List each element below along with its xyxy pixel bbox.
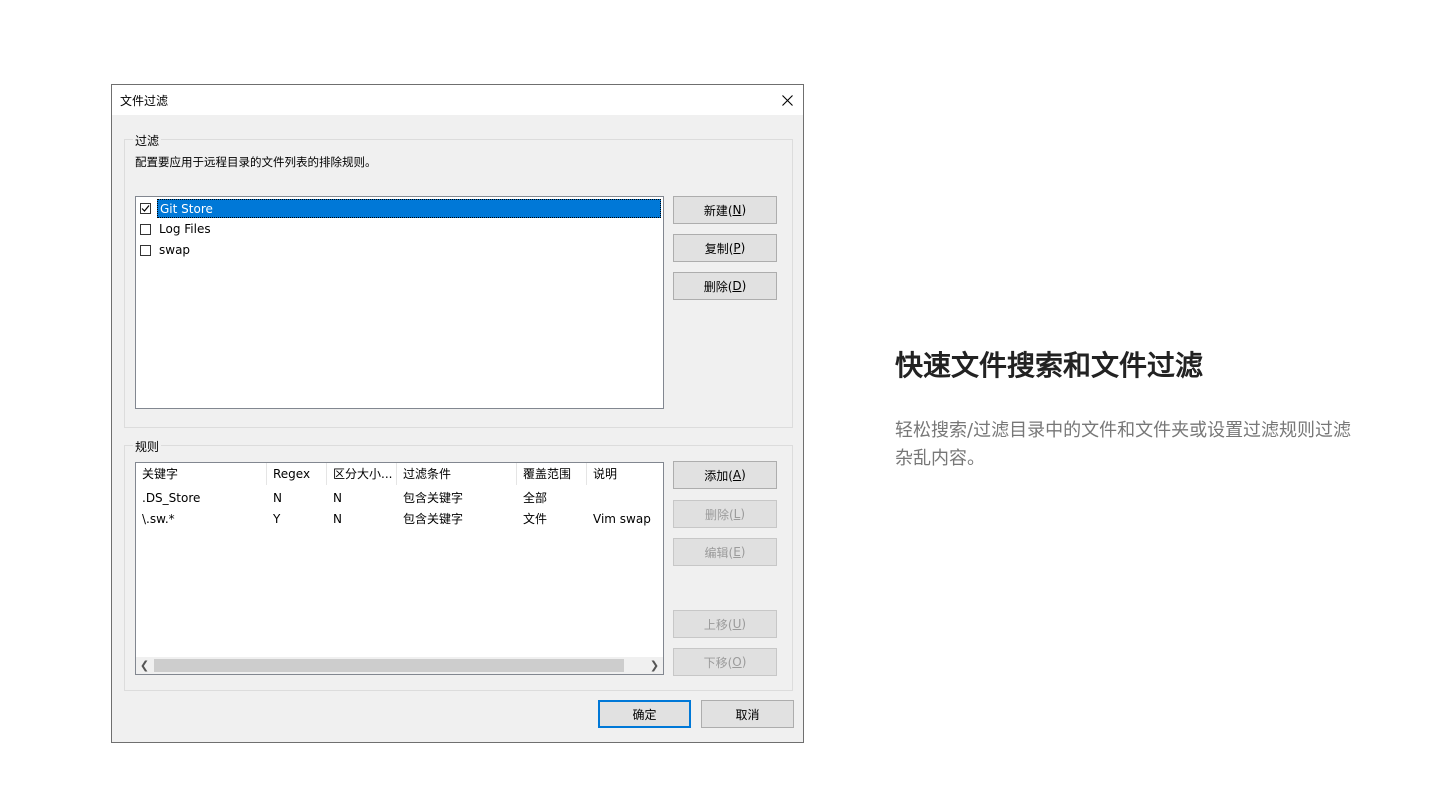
rules-group: 规则 关键字 Regex 区分大小... 过滤条件 覆盖范围 说明 .DS_St… bbox=[124, 438, 793, 691]
filter-item-checkbox[interactable] bbox=[140, 203, 151, 214]
filter-item-label: Git Store bbox=[157, 199, 661, 218]
cell-scope: 全部 bbox=[523, 491, 548, 505]
scroll-right-icon[interactable]: ❯ bbox=[646, 657, 663, 674]
check-icon bbox=[141, 205, 150, 212]
cell-case: N bbox=[333, 512, 342, 526]
move-down-button[interactable]: 下移(O) bbox=[673, 648, 777, 676]
scrollbar-thumb[interactable] bbox=[154, 659, 624, 672]
delete-filter-end: ) bbox=[741, 279, 747, 293]
delete-rule-key: L bbox=[733, 507, 741, 521]
column-header-note[interactable]: 说明 bbox=[587, 463, 663, 485]
edit-rule-key: E bbox=[733, 545, 741, 559]
column-header-scope[interactable]: 覆盖范围 bbox=[517, 463, 587, 485]
column-header-case[interactable]: 区分大小... bbox=[327, 463, 397, 485]
dialog-title: 文件过滤 bbox=[120, 94, 169, 108]
scroll-left-icon[interactable]: ❮ bbox=[136, 657, 153, 674]
move-down-label: 下移( bbox=[703, 655, 733, 670]
file-filter-dialog: 文件过滤 过滤 配置要应用于远程目录的文件列表的排除规则。 Git Store … bbox=[111, 84, 804, 743]
delete-rule-label: 删除( bbox=[704, 507, 734, 522]
move-down-end: ) bbox=[741, 655, 747, 669]
delete-rule-button[interactable]: 删除(L) bbox=[673, 500, 777, 528]
new-filter-end: ) bbox=[741, 203, 747, 217]
cell-scope: 文件 bbox=[523, 512, 548, 526]
add-rule-end: ) bbox=[741, 468, 746, 482]
add-rule-key: A bbox=[732, 468, 742, 482]
move-down-key: O bbox=[732, 655, 742, 669]
table-row[interactable]: \.sw.* Y N 包含关键字 文件 Vim swap bbox=[136, 509, 663, 529]
filter-item-swap[interactable]: swap bbox=[140, 241, 192, 260]
delete-rule-end: ) bbox=[740, 507, 746, 521]
cell-note: Vim swap bbox=[593, 512, 651, 526]
cell-note bbox=[587, 488, 593, 508]
filter-description: 配置要应用于远程目录的文件列表的排除规则。 bbox=[135, 155, 377, 169]
horizontal-scrollbar[interactable]: ❮ ❯ bbox=[136, 657, 663, 674]
cell-keyword: .DS_Store bbox=[142, 491, 201, 505]
edit-rule-button[interactable]: 编辑(E) bbox=[673, 538, 777, 566]
new-filter-key: N bbox=[732, 203, 742, 217]
move-up-button[interactable]: 上移(U) bbox=[673, 610, 777, 638]
filter-group-legend: 过滤 bbox=[133, 132, 162, 149]
table-row[interactable]: .DS_Store N N 包含关键字 全部 bbox=[136, 488, 663, 508]
new-filter-button[interactable]: 新建(N) bbox=[673, 196, 777, 224]
move-up-label: 上移( bbox=[703, 617, 733, 632]
copy-filter-button[interactable]: 复制(P) bbox=[673, 234, 777, 262]
cell-condition: 包含关键字 bbox=[403, 491, 464, 505]
promo-title: 快速文件搜索和文件过滤 bbox=[895, 349, 1204, 382]
cell-regex: N bbox=[273, 491, 282, 505]
close-icon bbox=[781, 94, 793, 106]
filter-group: 过滤 配置要应用于远程目录的文件列表的排除规则。 Git Store Log F… bbox=[124, 132, 793, 428]
title-bar: 文件过滤 bbox=[112, 85, 803, 115]
move-up-key: U bbox=[732, 617, 742, 631]
column-header-keyword[interactable]: 关键字 bbox=[136, 463, 267, 485]
delete-filter-label: 删除( bbox=[703, 279, 733, 294]
filter-list[interactable]: Git Store Log Files swap bbox=[135, 196, 664, 409]
cell-condition: 包含关键字 bbox=[403, 512, 464, 526]
delete-filter-key: D bbox=[732, 279, 742, 293]
delete-filter-button[interactable]: 删除(D) bbox=[673, 272, 777, 300]
cell-case: N bbox=[333, 491, 342, 505]
new-filter-label: 新建( bbox=[703, 203, 733, 218]
filter-item-checkbox[interactable] bbox=[140, 224, 151, 235]
close-button[interactable] bbox=[771, 85, 803, 115]
add-rule-label: 添加( bbox=[704, 468, 733, 483]
move-up-end: ) bbox=[741, 617, 747, 631]
cell-regex: Y bbox=[273, 512, 281, 526]
filter-item-label: swap bbox=[159, 243, 191, 257]
filter-item-git-store[interactable]: Git Store bbox=[140, 199, 661, 218]
promo-description: 轻松搜索/过滤目录中的文件和文件夹或设置过滤规则过滤杂乱内容。 bbox=[895, 420, 1352, 469]
rules-group-legend: 规则 bbox=[133, 438, 162, 455]
column-header-condition[interactable]: 过滤条件 bbox=[397, 463, 517, 485]
copy-filter-key: P bbox=[733, 241, 741, 255]
edit-rule-end: ) bbox=[740, 545, 746, 559]
filter-item-checkbox[interactable] bbox=[140, 245, 151, 256]
rules-table[interactable]: 关键字 Regex 区分大小... 过滤条件 覆盖范围 说明 .DS_Store… bbox=[135, 462, 664, 675]
edit-rule-label: 编辑( bbox=[704, 545, 734, 560]
rules-table-header: 关键字 Regex 区分大小... 过滤条件 覆盖范围 说明 bbox=[136, 463, 663, 485]
filter-item-label: Log Files bbox=[159, 222, 211, 236]
ok-button[interactable]: 确定 bbox=[598, 700, 691, 728]
copy-filter-label: 复制( bbox=[704, 241, 734, 256]
cancel-button[interactable]: 取消 bbox=[701, 700, 794, 728]
copy-filter-end: ) bbox=[740, 241, 746, 255]
cell-keyword: \.sw.* bbox=[142, 512, 175, 526]
add-rule-button[interactable]: 添加(A) bbox=[673, 461, 777, 489]
filter-item-log-files[interactable]: Log Files bbox=[140, 220, 213, 239]
column-header-regex[interactable]: Regex bbox=[267, 463, 327, 485]
